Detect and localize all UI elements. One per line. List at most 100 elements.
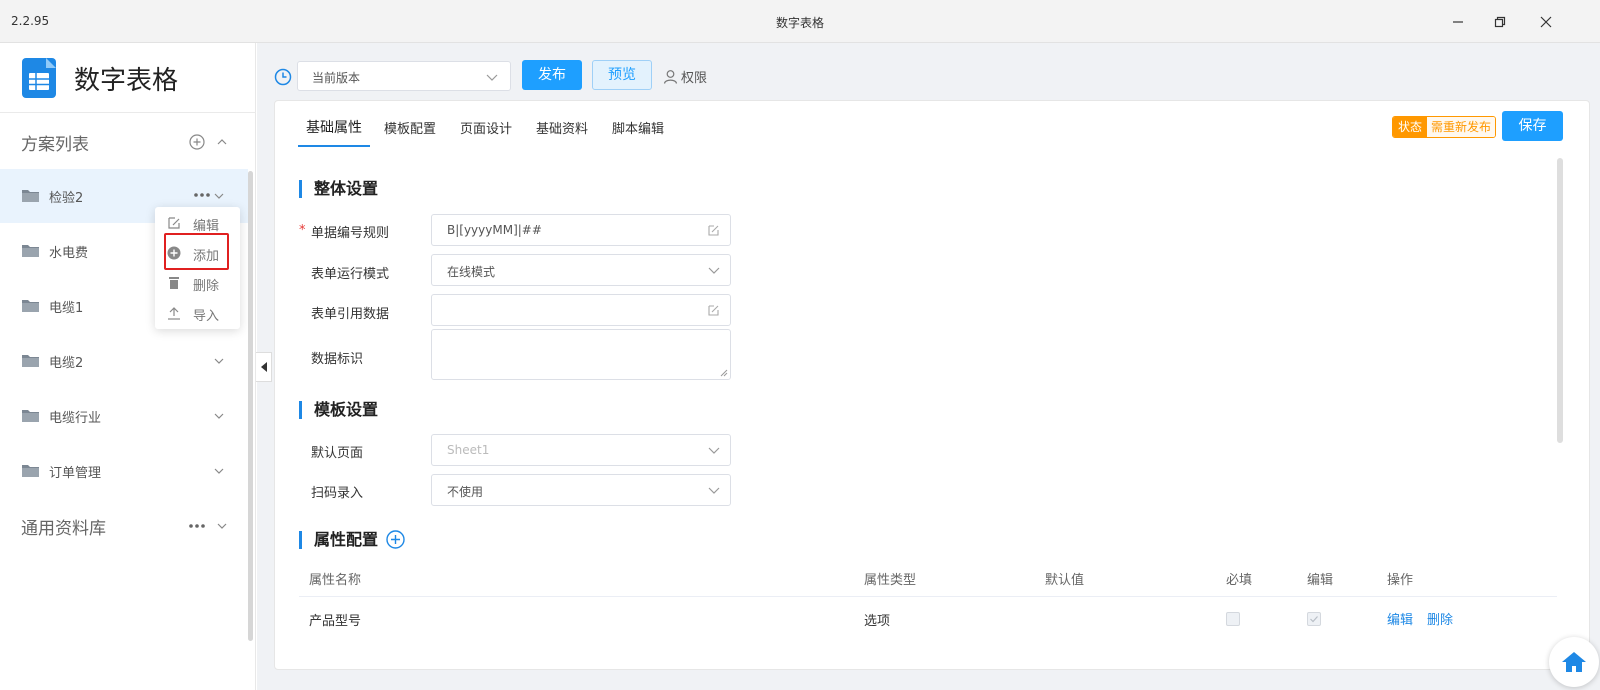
table-divider [299,596,1557,597]
edit-icon[interactable] [707,304,720,317]
mode-select[interactable]: 在线模式 [431,254,731,286]
publish-button[interactable]: 发布 [522,60,582,90]
tab-basic-props[interactable]: 基础属性 [298,114,370,147]
attr-config-title: 属性配置 [299,531,378,549]
edit-icon[interactable] [707,224,720,237]
common-library-tools [189,521,227,531]
ref-input[interactable] [431,294,731,326]
row-delete-link[interactable]: 删除 [1427,609,1453,628]
scheme-item-label: 电缆2 [49,356,84,371]
scheme-item-label: 电缆行业 [49,411,102,426]
required-checkbox[interactable] [1226,612,1240,626]
more-icon[interactable] [194,192,210,198]
row-name: 产品型号 [309,614,362,629]
minimize-button[interactable] [1445,9,1471,35]
col-header-name: 属性名称 [309,573,362,588]
scan-select[interactable]: 不使用 [431,474,731,506]
scheme-item-label: 水电费 [49,246,89,261]
tab-template-config[interactable]: 模板配置 [384,114,436,147]
close-button[interactable] [1533,9,1559,35]
chevron-down-icon[interactable] [217,521,227,531]
col-header-editable: 编辑 [1307,573,1334,588]
home-button[interactable] [1549,637,1599,687]
editable-checkbox[interactable] [1307,612,1321,626]
scheme-item-6[interactable]: 订单管理 [0,444,248,498]
tab-page-design[interactable]: 页面设计 [460,114,512,147]
page-select[interactable]: Sheet1 [431,434,731,466]
scheme-item-label: 订单管理 [49,466,102,481]
tag-label: 数据标识 [311,352,364,367]
clock-icon[interactable] [274,68,292,86]
more-icon[interactable] [189,523,205,529]
folder-icon [22,300,39,312]
scheme-item-5[interactable]: 电缆行业 [0,389,248,443]
template-settings-title: 模板设置 [299,401,378,419]
row-type: 选项 [864,614,891,629]
trash-icon [169,277,179,289]
menu-item-import[interactable]: 导入 [155,299,240,327]
resize-handle-icon[interactable] [720,369,728,377]
preview-button[interactable]: 预览 [592,60,652,90]
status-key: 状态 [1393,117,1428,137]
scheme-list-tools [189,134,227,150]
required-mark: * [299,223,306,238]
sidebar-scrollbar[interactable] [248,171,253,641]
row-edit-link[interactable]: 编辑 [1387,609,1413,628]
tab-bar: 基础属性 模板配置 页面设计 基础资料 脚本编辑 [298,114,688,147]
rule-value: B|[yyyyMM]|## [447,223,542,237]
chevron-down-icon[interactable] [214,466,224,476]
menu-item-label: 编辑 [193,219,220,234]
col-header-default: 默认值 [1045,573,1085,588]
chevron-down-icon [486,74,498,81]
close-icon [1540,16,1552,28]
brand: 数字表格 [0,43,256,113]
chevron-down-icon[interactable] [214,411,224,421]
scheme-item-4[interactable]: 电缆2 [0,334,248,388]
save-button[interactable]: 保存 [1502,111,1563,141]
mode-value: 在线模式 [447,265,496,279]
title-bar: 2.2.95 数字表格 [0,0,1600,43]
col-header-type: 属性类型 [864,573,917,588]
chevron-up-icon[interactable] [217,137,227,147]
chevron-down-icon [708,447,720,454]
rule-input[interactable]: B|[yyyyMM]|## [431,214,731,246]
mode-label: 表单运行模式 [311,267,390,282]
menu-item-delete[interactable]: 删除 [155,269,240,297]
collapse-sidebar-button[interactable] [256,352,272,382]
menu-item-label: 删除 [193,279,220,294]
add-circle-icon[interactable] [189,134,205,150]
edit-icon [168,217,180,229]
tab-basic-data[interactable]: 基础资料 [536,114,588,147]
col-header-action: 操作 [1387,573,1414,588]
chevron-down-icon [708,267,720,274]
tab-script-edit[interactable]: 脚本编辑 [612,114,664,147]
home-icon [1562,652,1586,672]
chevron-down-icon[interactable] [214,356,224,366]
add-circle-icon[interactable] [386,530,405,549]
user-icon [663,70,678,84]
permission-label: 权限 [681,71,708,86]
caret-left-icon [260,362,267,372]
status-badge: 状态 需重新发布 [1392,116,1497,138]
menu-item-label: 导入 [193,309,220,324]
restore-button[interactable] [1487,9,1513,35]
scheme-list-title: 方案列表 [21,135,89,155]
minimize-icon [1453,21,1463,23]
version-select-value: 当前版本 [312,71,361,85]
overall-settings-title: 整体设置 [299,180,378,198]
permission-button[interactable]: 权限 [663,67,707,86]
check-icon [1310,616,1318,623]
sidebar: 数字表格 方案列表 检验2 水电费 电缆1 电缆2 电缆行业 订单管理 通用资料… [0,43,256,690]
tag-textarea[interactable] [431,329,731,380]
highlight-box [164,233,229,270]
content-scrollbar[interactable] [1557,158,1563,443]
brand-name: 数字表格 [74,66,179,96]
chevron-down-icon[interactable] [214,191,224,201]
rule-label: 单据编号规则 [311,226,390,241]
upload-icon [168,307,180,320]
version-select[interactable]: 当前版本 [297,61,511,91]
col-header-required: 必填 [1226,573,1253,588]
folder-icon [22,465,39,477]
common-library-title[interactable]: 通用资料库 [21,514,106,539]
scheme-item-label: 检验2 [49,191,84,206]
